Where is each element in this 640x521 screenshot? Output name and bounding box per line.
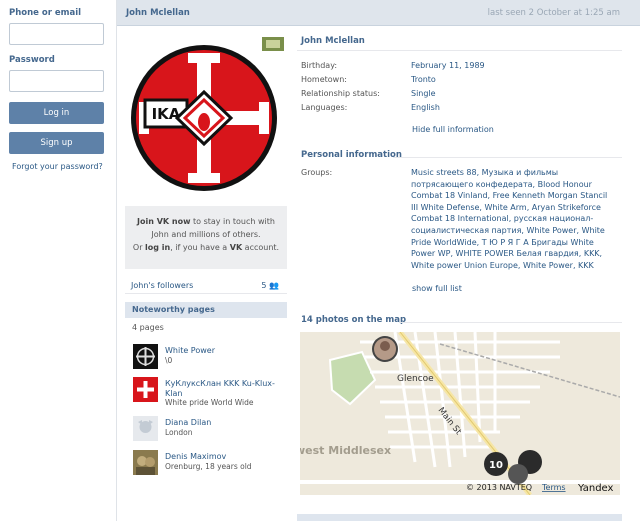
- noteworthy-count: 4 pages: [132, 323, 164, 332]
- photos-map-title[interactable]: 14 photos on the map: [301, 315, 406, 325]
- info-column: John Mclellan Birthday: February 11, 198…: [297, 26, 622, 521]
- page-avatar: [133, 377, 158, 402]
- field-key: Hometown:: [301, 75, 347, 84]
- noteworthy-title: Noteworthy pages: [132, 305, 215, 314]
- groups-list[interactable]: Music streets 88, Музыка и фильмы потряс…: [411, 167, 611, 271]
- groups-key: Groups:: [301, 168, 333, 177]
- login-panel: Phone or email Password Log in Sign up F…: [0, 0, 117, 521]
- join-text-if: , if you have a: [170, 243, 230, 252]
- page-subtitle: White pride World Wide: [165, 398, 254, 407]
- forgot-password-link[interactable]: Forgot your password?: [12, 162, 116, 171]
- field-key: Birthday:: [301, 61, 338, 70]
- people-icon: 👥: [269, 281, 279, 290]
- hide-full-info-link[interactable]: Hide full information: [412, 125, 494, 134]
- phone-input[interactable]: [9, 23, 104, 45]
- noteworthy-item[interactable]: Diana Dilan London: [133, 416, 283, 444]
- join-login-link[interactable]: log in: [145, 243, 170, 252]
- field-value-birthday[interactable]: February 11, 1989: [411, 61, 485, 70]
- join-text-account: account.: [242, 243, 280, 252]
- join-vk-box: Join VK now to stay in touch with John a…: [125, 206, 287, 269]
- page-subtitle: London: [165, 428, 193, 437]
- emblem-text: IKA: [152, 105, 181, 123]
- page-name[interactable]: White Power: [165, 346, 283, 356]
- map-cluster-count: 10: [489, 460, 503, 471]
- field-value-languages[interactable]: English: [411, 103, 440, 112]
- field-key: Relationship status:: [301, 89, 380, 98]
- photos-map[interactable]: Glencoe Main St west Middlesex 10 © 2013…: [300, 332, 620, 495]
- noteworthy-item[interactable]: КуКлуксКлан KKK Ku-Klux-Klan White pride…: [133, 377, 283, 407]
- header-name: John Mclellan: [126, 8, 190, 18]
- noteworthy-item[interactable]: White Power \0: [133, 344, 283, 372]
- divider: [297, 50, 622, 51]
- personal-info-title: Personal information: [301, 150, 402, 160]
- map-photo-marker[interactable]: [372, 336, 398, 362]
- map-canvas: Glencoe Main St west Middlesex 10 © 2013…: [300, 332, 620, 495]
- last-seen: last seen 2 October at 1:25 am: [487, 8, 620, 18]
- show-full-list-link[interactable]: show full list: [412, 284, 462, 293]
- join-vk-link[interactable]: Join VK now: [137, 217, 190, 226]
- page-avatar: [133, 416, 158, 441]
- login-button[interactable]: Log in: [9, 102, 104, 124]
- profile-header: John Mclellan last seen 2 October at 1:2…: [117, 0, 640, 26]
- followers-label[interactable]: John's followers: [131, 281, 193, 290]
- signup-button[interactable]: Sign up: [9, 132, 104, 154]
- profile-avatar[interactable]: IKA: [125, 34, 287, 198]
- join-text: to stay in touch with: [190, 217, 275, 226]
- map-terms-link: Terms: [541, 483, 566, 492]
- page-avatar: [133, 344, 158, 369]
- phone-label: Phone or email: [9, 8, 82, 18]
- join-text-or: Or: [132, 243, 146, 252]
- field-value-relationship[interactable]: Single: [411, 89, 436, 98]
- followers-row[interactable]: John's followers 5 👥: [125, 278, 287, 294]
- divider: [393, 157, 622, 158]
- page-name[interactable]: Diana Dilan: [165, 418, 283, 428]
- profile-name: John Mclellan: [301, 36, 365, 46]
- map-area-label: west Middlesex: [300, 444, 391, 457]
- page-subtitle: Orenburg, 18 years old: [165, 462, 252, 471]
- join-text-line2: John and millions of others.: [151, 230, 261, 239]
- avatar-emblem-image: IKA: [125, 34, 287, 198]
- page-subtitle: \0: [165, 356, 173, 365]
- noteworthy-item[interactable]: Denis Maximov Orenburg, 18 years old: [133, 450, 283, 478]
- map-brand: Yandex: [577, 483, 614, 494]
- password-label: Password: [9, 55, 55, 65]
- password-input[interactable]: [9, 70, 104, 92]
- page-name[interactable]: КуКлуксКлан KKK Ku-Klux-Klan: [165, 379, 283, 399]
- followers-count[interactable]: 5 👥: [261, 281, 279, 290]
- divider: [399, 322, 622, 323]
- page-avatar: [133, 450, 158, 475]
- profile-body: IKA Join VK now to stay in touch with Jo…: [117, 26, 640, 521]
- field-key: Languages:: [301, 103, 348, 112]
- map-town-label: Glencoe: [397, 374, 434, 384]
- field-value-hometown[interactable]: Tronto: [411, 75, 436, 84]
- footer-strip: [297, 514, 622, 521]
- join-vk-word: VK: [229, 243, 243, 252]
- page-name[interactable]: Denis Maximov: [165, 452, 283, 462]
- map-copyright: © 2013 NAVTEQ: [466, 483, 532, 492]
- noteworthy-header[interactable]: Noteworthy pages: [125, 302, 287, 318]
